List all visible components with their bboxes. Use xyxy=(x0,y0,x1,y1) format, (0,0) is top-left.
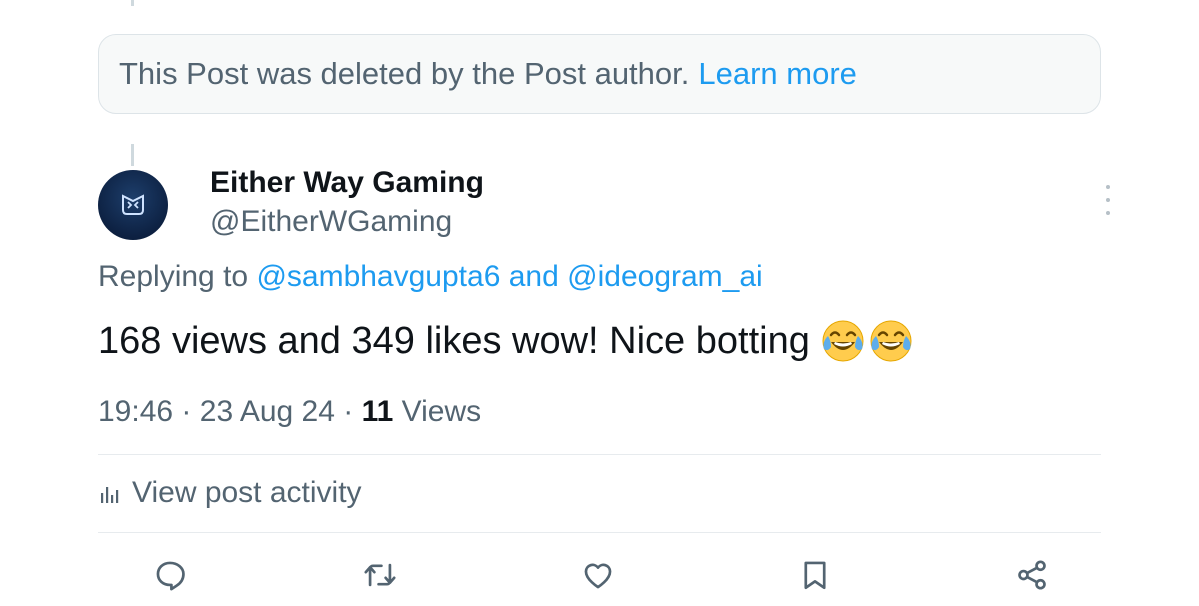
reply-mention-2[interactable]: @ideogram_ai xyxy=(567,260,763,293)
share-button[interactable] xyxy=(1014,557,1050,593)
post-date[interactable]: 23 Aug 24 xyxy=(200,395,335,428)
face-with-tears-of-joy-icon xyxy=(822,320,864,362)
author-name[interactable]: Either Way Gaming xyxy=(210,166,484,200)
divider xyxy=(98,532,1101,533)
either-way-logo-icon xyxy=(122,194,144,215)
reply-button[interactable] xyxy=(152,557,188,593)
analytics-icon xyxy=(101,487,119,503)
bookmark-button[interactable] xyxy=(797,557,833,593)
deleted-post-notice: This Post was deleted by the Post author… xyxy=(98,34,1101,114)
meta-separator: · xyxy=(181,395,192,428)
repost-icon xyxy=(364,563,396,587)
reply-icon xyxy=(156,561,185,591)
views-count: 11 xyxy=(361,395,394,428)
more-options-icon[interactable] xyxy=(1098,185,1118,215)
view-post-activity-label: View post activity xyxy=(132,476,362,509)
post-time[interactable]: 19:46 xyxy=(98,395,173,428)
reply-mention-1[interactable]: @sambhavgupta6 xyxy=(256,260,500,293)
share-icon xyxy=(1018,560,1046,590)
like-button[interactable] xyxy=(580,557,616,593)
heart-icon xyxy=(584,563,612,589)
avatar[interactable] xyxy=(98,170,168,240)
post-text: 168 views and 349 likes wow! Nice bottin… xyxy=(98,318,914,364)
post-body: 168 views and 349 likes wow! Nice bottin… xyxy=(98,319,810,362)
view-post-activity-link[interactable]: View post activity xyxy=(98,476,362,510)
author-handle[interactable]: @EitherWGaming xyxy=(210,205,452,239)
post-metadata: 19:46 · 23 Aug 24 · 11 Views xyxy=(98,395,481,429)
replying-to-line: Replying to @sambhavgupta6 and @ideogram… xyxy=(98,260,763,294)
deleted-notice-text: This Post was deleted by the Post author… xyxy=(119,56,690,91)
repost-button[interactable] xyxy=(362,557,398,593)
thread-connector xyxy=(131,144,134,166)
emoji-group xyxy=(820,318,914,364)
divider xyxy=(98,454,1101,455)
learn-more-link[interactable]: Learn more xyxy=(698,56,857,92)
replying-prefix: Replying to xyxy=(98,260,249,293)
thread-connector-top xyxy=(131,0,134,6)
bookmark-icon xyxy=(804,561,826,590)
meta-separator: · xyxy=(343,395,354,428)
reply-joiner: and xyxy=(508,260,559,293)
views-label: Views xyxy=(401,395,482,428)
face-with-tears-of-joy-icon xyxy=(870,320,912,362)
